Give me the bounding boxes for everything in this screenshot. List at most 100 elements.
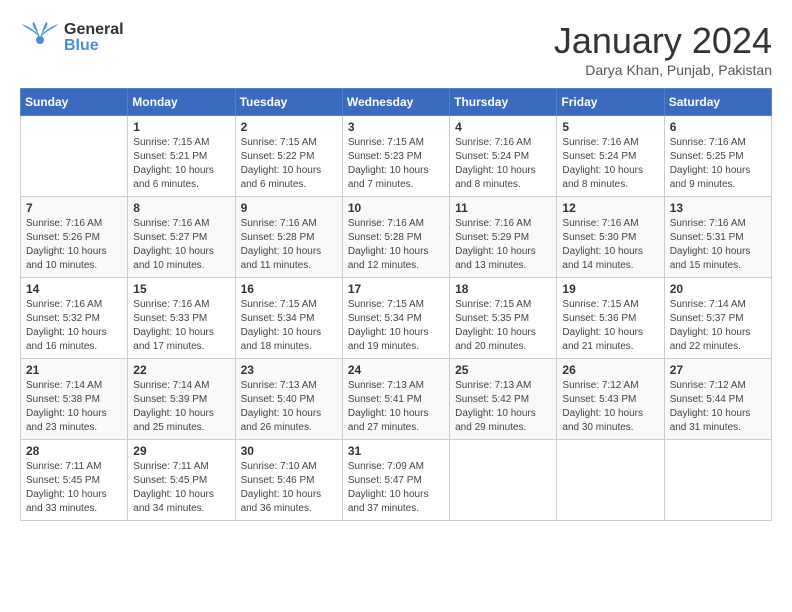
day-number: 21 bbox=[26, 363, 122, 377]
calendar-header: SundayMondayTuesdayWednesdayThursdayFrid… bbox=[21, 89, 772, 116]
logo-icon bbox=[20, 20, 60, 56]
calendar-cell: 17 Sunrise: 7:15 AM Sunset: 5:34 PM Dayli… bbox=[342, 278, 449, 359]
calendar-cell: 12 Sunrise: 7:16 AM Sunset: 5:30 PM Dayli… bbox=[557, 197, 664, 278]
week-row-5: 28 Sunrise: 7:11 AM Sunset: 5:45 PM Dayli… bbox=[21, 440, 772, 521]
day-info: Sunrise: 7:13 AM Sunset: 5:42 PM Dayligh… bbox=[455, 379, 551, 435]
day-info: Sunrise: 7:14 AM Sunset: 5:37 PM Dayligh… bbox=[670, 298, 766, 354]
calendar-cell bbox=[450, 440, 557, 521]
day-number: 12 bbox=[562, 201, 658, 215]
day-info: Sunrise: 7:13 AM Sunset: 5:40 PM Dayligh… bbox=[241, 379, 337, 435]
calendar-cell: 30Sunrise: 7:10 AM Sunset: 5:46 PM Dayli… bbox=[235, 440, 342, 521]
day-info: Sunrise: 7:11 AM Sunset: 5:45 PM Dayligh… bbox=[26, 460, 122, 516]
week-row-2: 7Sunrise: 7:16 AM Sunset: 5:26 PM Daylig… bbox=[21, 197, 772, 278]
calendar-cell: 6 Sunrise: 7:16 AM Sunset: 5:25 PM Daylig… bbox=[664, 116, 771, 197]
day-info: Sunrise: 7:13 AM Sunset: 5:41 PM Dayligh… bbox=[348, 379, 444, 435]
day-info: Sunrise: 7:16 AM Sunset: 5:29 PM Dayligh… bbox=[455, 217, 551, 273]
calendar-cell: 27 Sunrise: 7:12 AM Sunset: 5:44 PM Dayli… bbox=[664, 359, 771, 440]
day-info: Sunrise: 7:16 AM Sunset: 5:24 PM Dayligh… bbox=[455, 136, 551, 192]
title-block: January 2024 Darya Khan, Punjab, Pakista… bbox=[554, 20, 772, 78]
month-title: January 2024 bbox=[554, 20, 772, 62]
calendar-cell: 25 Sunrise: 7:13 AM Sunset: 5:42 PM Dayli… bbox=[450, 359, 557, 440]
day-number: 29 bbox=[133, 444, 229, 458]
calendar-table: SundayMondayTuesdayWednesdayThursdayFrid… bbox=[20, 88, 772, 521]
day-info: Sunrise: 7:15 AM Sunset: 5:34 PM Dayligh… bbox=[348, 298, 444, 354]
day-number: 25 bbox=[455, 363, 551, 377]
day-info: Sunrise: 7:09 AM Sunset: 5:47 PM Dayligh… bbox=[348, 460, 444, 516]
location: Darya Khan, Punjab, Pakistan bbox=[554, 62, 772, 78]
day-number: 20 bbox=[670, 282, 766, 296]
calendar-cell: 13Sunrise: 7:16 AM Sunset: 5:31 PM Dayli… bbox=[664, 197, 771, 278]
day-info: Sunrise: 7:16 AM Sunset: 5:32 PM Dayligh… bbox=[26, 298, 122, 354]
day-number: 10 bbox=[348, 201, 444, 215]
day-info: Sunrise: 7:11 AM Sunset: 5:45 PM Dayligh… bbox=[133, 460, 229, 516]
calendar-cell: 4Sunrise: 7:16 AM Sunset: 5:24 PM Daylig… bbox=[450, 116, 557, 197]
calendar-cell bbox=[664, 440, 771, 521]
day-info: Sunrise: 7:16 AM Sunset: 5:26 PM Dayligh… bbox=[26, 217, 122, 273]
day-number: 1 bbox=[133, 120, 229, 134]
day-number: 5 bbox=[562, 120, 658, 134]
day-number: 15 bbox=[133, 282, 229, 296]
day-info: Sunrise: 7:14 AM Sunset: 5:38 PM Dayligh… bbox=[26, 379, 122, 435]
calendar-cell: 26 Sunrise: 7:12 AM Sunset: 5:43 PM Dayli… bbox=[557, 359, 664, 440]
day-info: Sunrise: 7:12 AM Sunset: 5:44 PM Dayligh… bbox=[670, 379, 766, 435]
header-cell-tuesday: Tuesday bbox=[235, 89, 342, 116]
week-row-3: 14Sunrise: 7:16 AM Sunset: 5:32 PM Dayli… bbox=[21, 278, 772, 359]
day-info: Sunrise: 7:16 AM Sunset: 5:28 PM Dayligh… bbox=[348, 217, 444, 273]
day-info: Sunrise: 7:12 AM Sunset: 5:43 PM Dayligh… bbox=[562, 379, 658, 435]
logo: General Blue bbox=[20, 20, 124, 56]
day-info: Sunrise: 7:15 AM Sunset: 5:23 PM Dayligh… bbox=[348, 136, 444, 192]
logo-label: General Blue bbox=[64, 22, 124, 54]
calendar-cell: 31 Sunrise: 7:09 AM Sunset: 5:47 PM Dayli… bbox=[342, 440, 449, 521]
header-cell-friday: Friday bbox=[557, 89, 664, 116]
day-number: 8 bbox=[133, 201, 229, 215]
day-info: Sunrise: 7:15 AM Sunset: 5:34 PM Dayligh… bbox=[241, 298, 337, 354]
day-info: Sunrise: 7:16 AM Sunset: 5:27 PM Dayligh… bbox=[133, 217, 229, 273]
week-row-4: 21 Sunrise: 7:14 AM Sunset: 5:38 PM Dayli… bbox=[21, 359, 772, 440]
day-number: 17 bbox=[348, 282, 444, 296]
day-number: 16 bbox=[241, 282, 337, 296]
calendar-cell: 15 Sunrise: 7:16 AM Sunset: 5:33 PM Dayli… bbox=[128, 278, 235, 359]
day-number: 6 bbox=[670, 120, 766, 134]
calendar-cell: 24 Sunrise: 7:13 AM Sunset: 5:41 PM Dayli… bbox=[342, 359, 449, 440]
day-number: 9 bbox=[241, 201, 337, 215]
header-cell-thursday: Thursday bbox=[450, 89, 557, 116]
day-number: 22 bbox=[133, 363, 229, 377]
day-number: 23 bbox=[241, 363, 337, 377]
day-number: 13 bbox=[670, 201, 766, 215]
day-info: Sunrise: 7:16 AM Sunset: 5:25 PM Dayligh… bbox=[670, 136, 766, 192]
calendar-cell: 29 Sunrise: 7:11 AM Sunset: 5:45 PM Dayli… bbox=[128, 440, 235, 521]
day-number: 31 bbox=[348, 444, 444, 458]
calendar-cell: 16 Sunrise: 7:15 AM Sunset: 5:34 PM Dayli… bbox=[235, 278, 342, 359]
day-info: Sunrise: 7:15 AM Sunset: 5:21 PM Dayligh… bbox=[133, 136, 229, 192]
week-row-1: 1 Sunrise: 7:15 AM Sunset: 5:21 PM Daylig… bbox=[21, 116, 772, 197]
day-info: Sunrise: 7:15 AM Sunset: 5:36 PM Dayligh… bbox=[562, 298, 658, 354]
calendar-cell: 18 Sunrise: 7:15 AM Sunset: 5:35 PM Dayli… bbox=[450, 278, 557, 359]
calendar-cell: 10 Sunrise: 7:16 AM Sunset: 5:28 PM Dayli… bbox=[342, 197, 449, 278]
calendar-cell: 23 Sunrise: 7:13 AM Sunset: 5:40 PM Dayli… bbox=[235, 359, 342, 440]
day-number: 27 bbox=[670, 363, 766, 377]
calendar-cell: 9 Sunrise: 7:16 AM Sunset: 5:28 PM Daylig… bbox=[235, 197, 342, 278]
day-info: Sunrise: 7:10 AM Sunset: 5:46 PM Dayligh… bbox=[241, 460, 337, 516]
calendar-cell: 14Sunrise: 7:16 AM Sunset: 5:32 PM Dayli… bbox=[21, 278, 128, 359]
day-number: 24 bbox=[348, 363, 444, 377]
calendar-cell: 7Sunrise: 7:16 AM Sunset: 5:26 PM Daylig… bbox=[21, 197, 128, 278]
day-number: 26 bbox=[562, 363, 658, 377]
day-number: 28 bbox=[26, 444, 122, 458]
header-cell-wednesday: Wednesday bbox=[342, 89, 449, 116]
day-info: Sunrise: 7:16 AM Sunset: 5:33 PM Dayligh… bbox=[133, 298, 229, 354]
day-number: 2 bbox=[241, 120, 337, 134]
calendar-cell: 8 Sunrise: 7:16 AM Sunset: 5:27 PM Daylig… bbox=[128, 197, 235, 278]
day-number: 19 bbox=[562, 282, 658, 296]
day-info: Sunrise: 7:16 AM Sunset: 5:30 PM Dayligh… bbox=[562, 217, 658, 273]
logo-general-text: General bbox=[64, 22, 124, 38]
day-info: Sunrise: 7:15 AM Sunset: 5:35 PM Dayligh… bbox=[455, 298, 551, 354]
calendar-cell: 20 Sunrise: 7:14 AM Sunset: 5:37 PM Dayli… bbox=[664, 278, 771, 359]
header-row: SundayMondayTuesdayWednesdayThursdayFrid… bbox=[21, 89, 772, 116]
header-cell-saturday: Saturday bbox=[664, 89, 771, 116]
day-number: 18 bbox=[455, 282, 551, 296]
day-info: Sunrise: 7:16 AM Sunset: 5:28 PM Dayligh… bbox=[241, 217, 337, 273]
header-cell-monday: Monday bbox=[128, 89, 235, 116]
day-number: 11 bbox=[455, 201, 551, 215]
calendar-cell: 5Sunrise: 7:16 AM Sunset: 5:24 PM Daylig… bbox=[557, 116, 664, 197]
calendar-cell: 21 Sunrise: 7:14 AM Sunset: 5:38 PM Dayli… bbox=[21, 359, 128, 440]
